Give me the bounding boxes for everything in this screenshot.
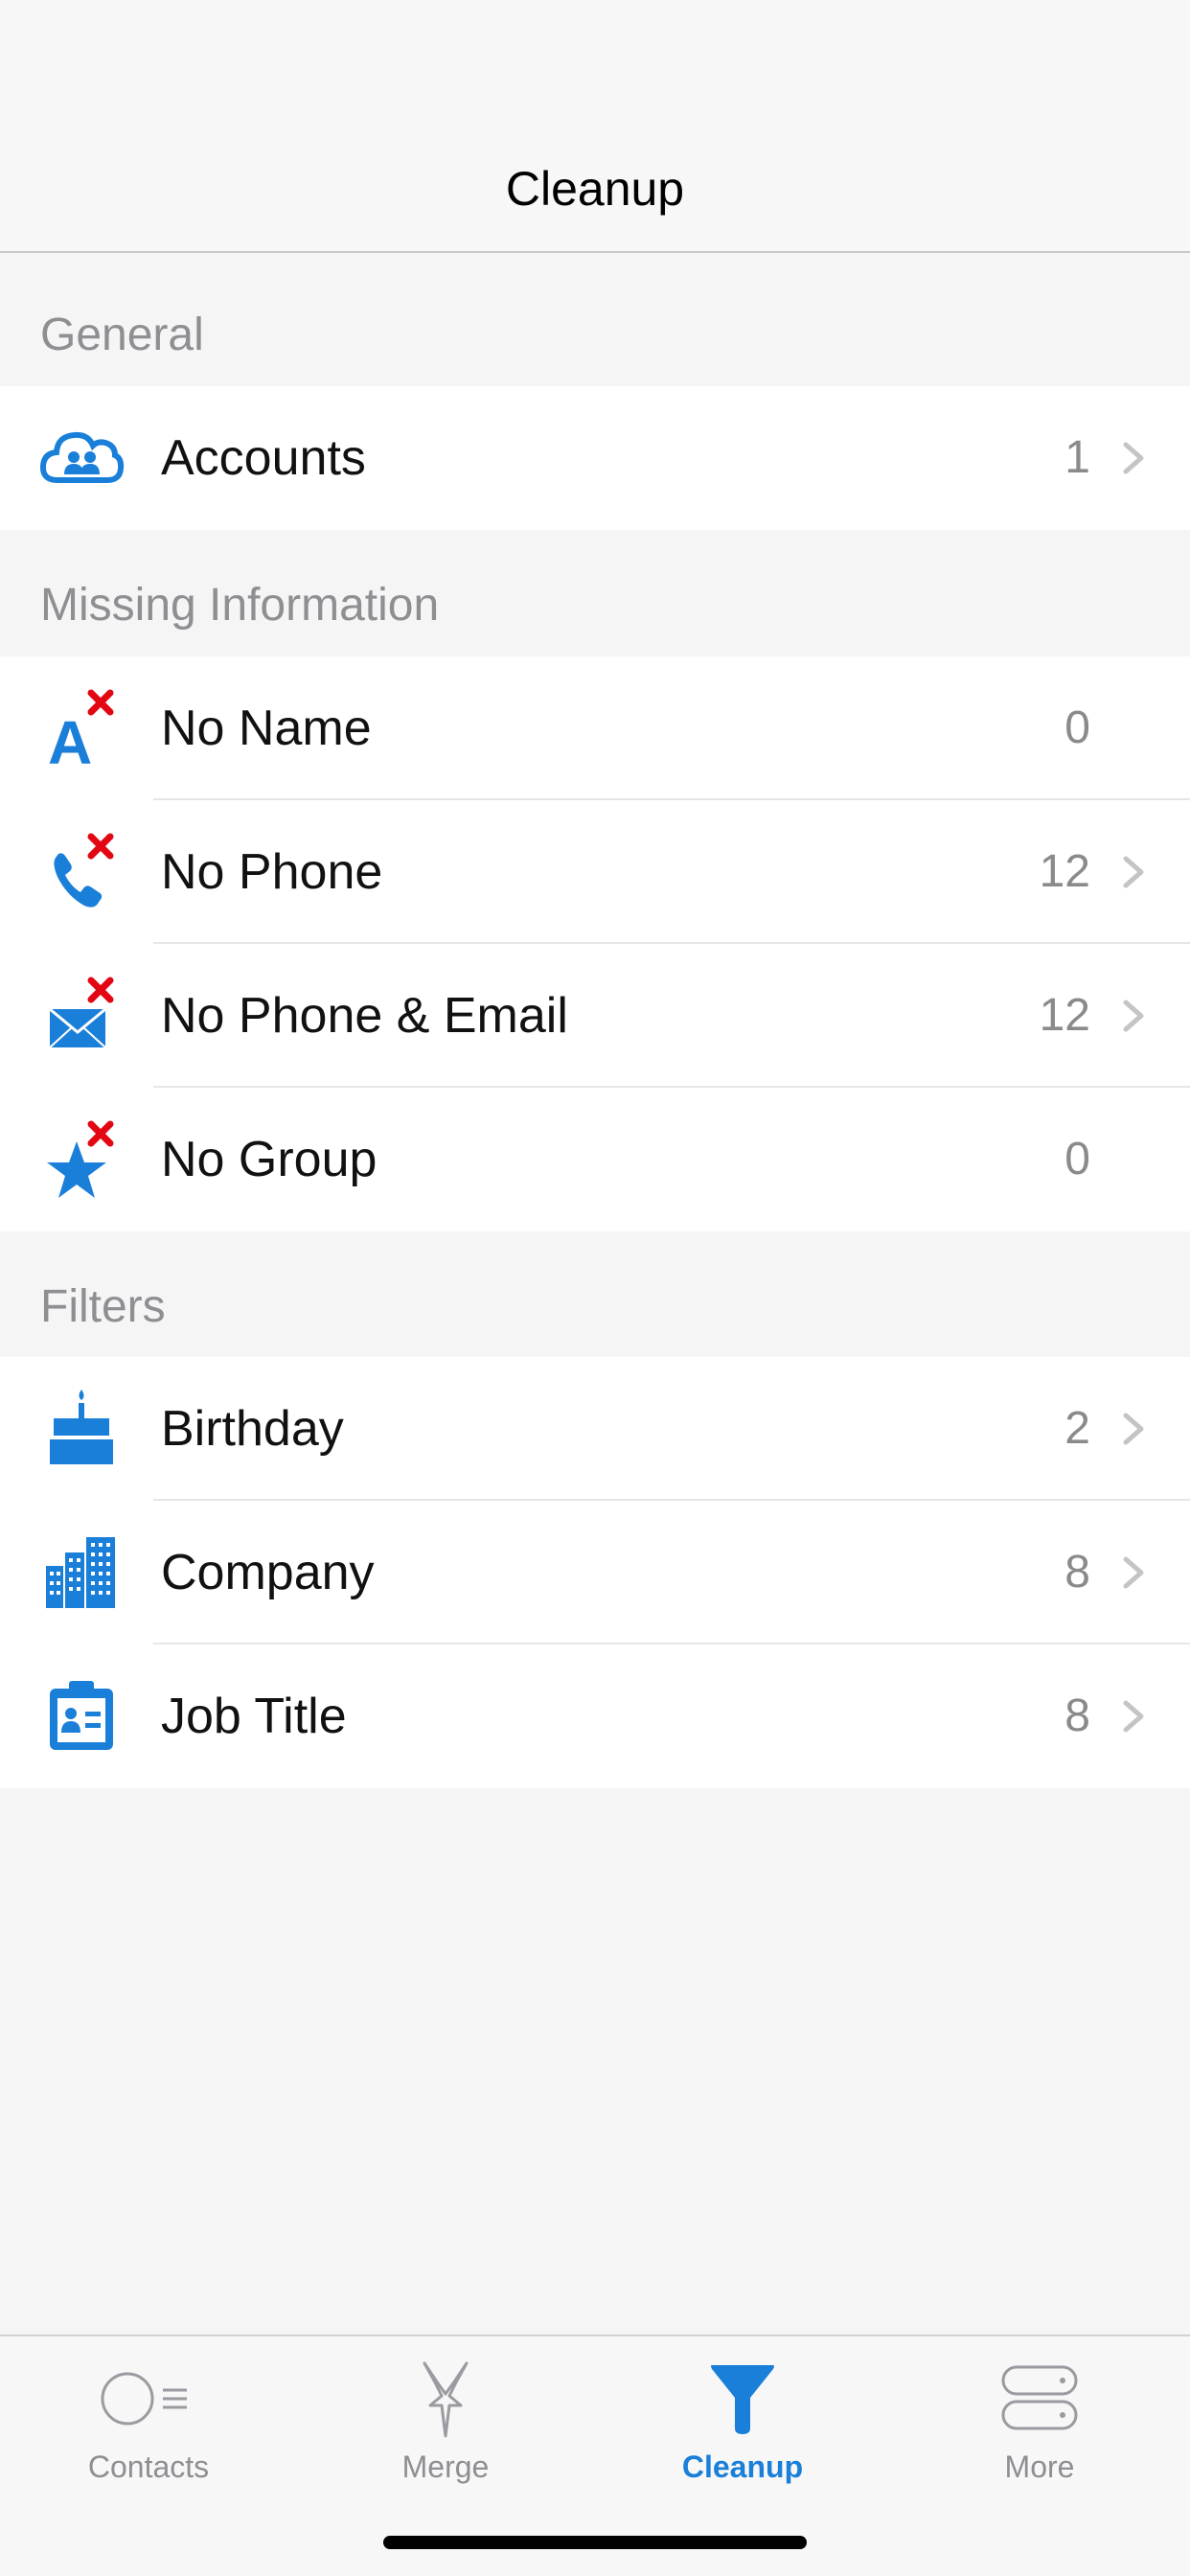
row-count: 8 [1064, 1547, 1090, 1598]
row-count: 12 [1039, 846, 1090, 897]
chevron-right-icon [1123, 856, 1144, 888]
row-label: No Phone [161, 844, 383, 900]
navigation-bar: Cleanup [0, 0, 1190, 253]
filters-group: Birthday 2 Company 8 Job Title 8 [0, 1357, 1190, 1788]
tab-label: Merge [401, 2450, 490, 2484]
chevron-right-icon [1123, 442, 1144, 474]
general-group: Accounts 1 [0, 386, 1190, 530]
contacts-icon [101, 2372, 187, 2426]
row-no-group[interactable]: No Group 0 [0, 1088, 1190, 1231]
tab-contacts[interactable]: Contacts [0, 2356, 297, 2485]
chevron-right-icon [1123, 1413, 1144, 1445]
tab-label: More [1004, 2450, 1075, 2484]
chevron-right-icon [1123, 1700, 1144, 1733]
row-label: Company [161, 1545, 375, 1600]
row-label: Accounts [161, 430, 366, 486]
birthday-cake-icon [50, 1390, 113, 1464]
section-header-missing-information: Missing Information [40, 580, 440, 631]
svg-text:A: A [48, 708, 92, 771]
row-accounts[interactable]: Accounts 1 [0, 386, 1190, 530]
row-count: 2 [1064, 1403, 1090, 1454]
funnel-icon [711, 2365, 774, 2434]
row-label: No Phone & Email [161, 988, 568, 1044]
row-company[interactable]: Company 8 [0, 1501, 1190, 1644]
row-job-title[interactable]: Job Title 8 [0, 1644, 1190, 1788]
row-no-phone[interactable]: No Phone 12 [0, 800, 1190, 944]
section-header-general: General [40, 310, 204, 360]
tab-merge[interactable]: Merge [297, 2356, 594, 2485]
tab-more[interactable]: More [891, 2356, 1188, 2485]
row-count: 8 [1064, 1690, 1090, 1741]
chevron-right-icon [1123, 1556, 1144, 1589]
no-group-icon [47, 1120, 114, 1198]
row-count: 0 [1064, 1134, 1090, 1184]
row-label: No Group [161, 1132, 378, 1187]
row-no-phone-email[interactable]: No Phone & Email 12 [0, 944, 1190, 1088]
page-title: Cleanup [505, 162, 685, 216]
job-title-badge-icon [50, 1681, 113, 1750]
tab-cleanup[interactable]: Cleanup [594, 2356, 891, 2485]
row-label: Job Title [161, 1689, 347, 1744]
row-count: 0 [1064, 702, 1090, 753]
row-count: 1 [1064, 432, 1090, 483]
tab-label: Contacts [87, 2450, 210, 2484]
no-name-icon: A [48, 689, 114, 771]
chevron-right-icon [1123, 1000, 1144, 1032]
row-count: 12 [1039, 990, 1090, 1041]
row-no-name[interactable]: A No Name 0 [0, 656, 1190, 800]
row-birthday[interactable]: Birthday 2 [0, 1357, 1190, 1501]
row-label: No Name [161, 701, 372, 756]
company-building-icon [46, 1537, 115, 1608]
home-indicator[interactable] [383, 2536, 807, 2549]
merge-icon [423, 2361, 469, 2438]
missing-information-group: A No Name 0 No Phone 12 No Phone & Email… [0, 656, 1190, 1231]
cloud-accounts-icon [39, 431, 125, 483]
more-icon [1001, 2365, 1078, 2430]
section-header-filters: Filters [40, 1281, 166, 1332]
no-phone-icon [54, 833, 114, 908]
no-email-icon [49, 977, 114, 1048]
row-label: Birthday [161, 1401, 344, 1457]
tab-label: Cleanup [681, 2450, 804, 2484]
